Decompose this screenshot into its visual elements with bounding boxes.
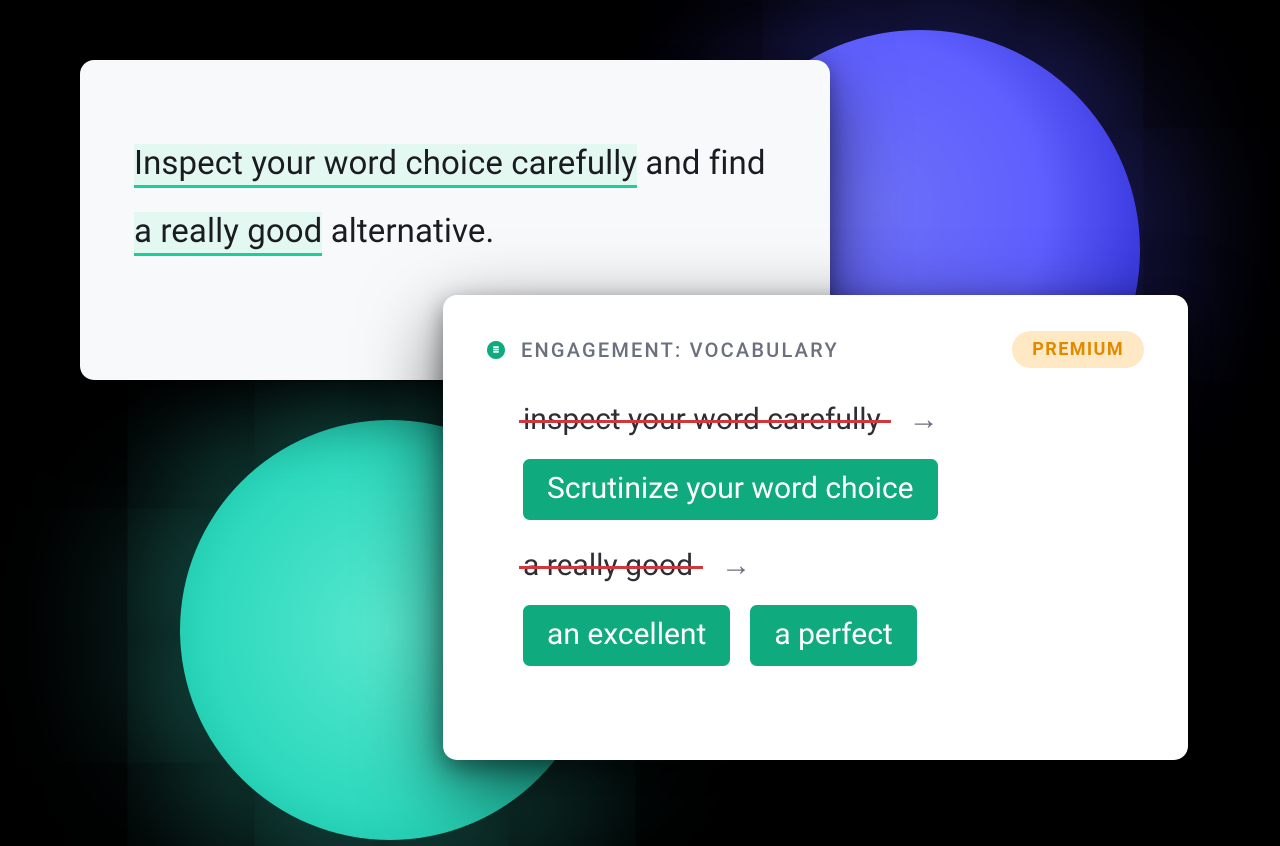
editor-text-fragment: alternative. (322, 212, 494, 251)
original-phrase-strikethrough: a really good (523, 548, 693, 583)
replacement-chips: Scrutinize your word choice (523, 459, 1144, 520)
panel-header: ENGAGEMENT: VOCABULARY PREMIUM (487, 331, 1144, 368)
arrow-right-icon: → (721, 551, 751, 581)
suggestion-block: a really good → an excellent a perfect (523, 548, 1144, 666)
original-phrase-row: a really good → (523, 548, 1144, 583)
replacement-chip[interactable]: a perfect (750, 605, 916, 666)
highlighted-phrase-1[interactable]: Inspect your word choice carefully (134, 144, 637, 188)
original-phrase-strikethrough: inspect your word carefully (523, 402, 881, 437)
replacement-chip[interactable]: Scrutinize your word choice (523, 459, 938, 520)
highlighted-phrase-2[interactable]: a really good (134, 212, 322, 256)
original-phrase-row: inspect your word carefully → (523, 402, 1144, 437)
suggestion-category-label: ENGAGEMENT: VOCABULARY (521, 338, 839, 362)
editor-text-fragment: and find (637, 144, 765, 183)
replacement-chip[interactable]: an excellent (523, 605, 730, 666)
editor-text[interactable]: Inspect your word choice carefully and f… (134, 130, 776, 265)
suggestion-panel: ENGAGEMENT: VOCABULARY PREMIUM inspect y… (443, 295, 1188, 760)
replacement-chips: an excellent a perfect (523, 605, 1144, 666)
suggestion-block: inspect your word carefully → Scrutinize… (523, 402, 1144, 520)
arrow-right-icon: → (909, 405, 939, 435)
premium-badge: PREMIUM (1012, 331, 1144, 368)
engagement-dot-icon (487, 341, 505, 359)
